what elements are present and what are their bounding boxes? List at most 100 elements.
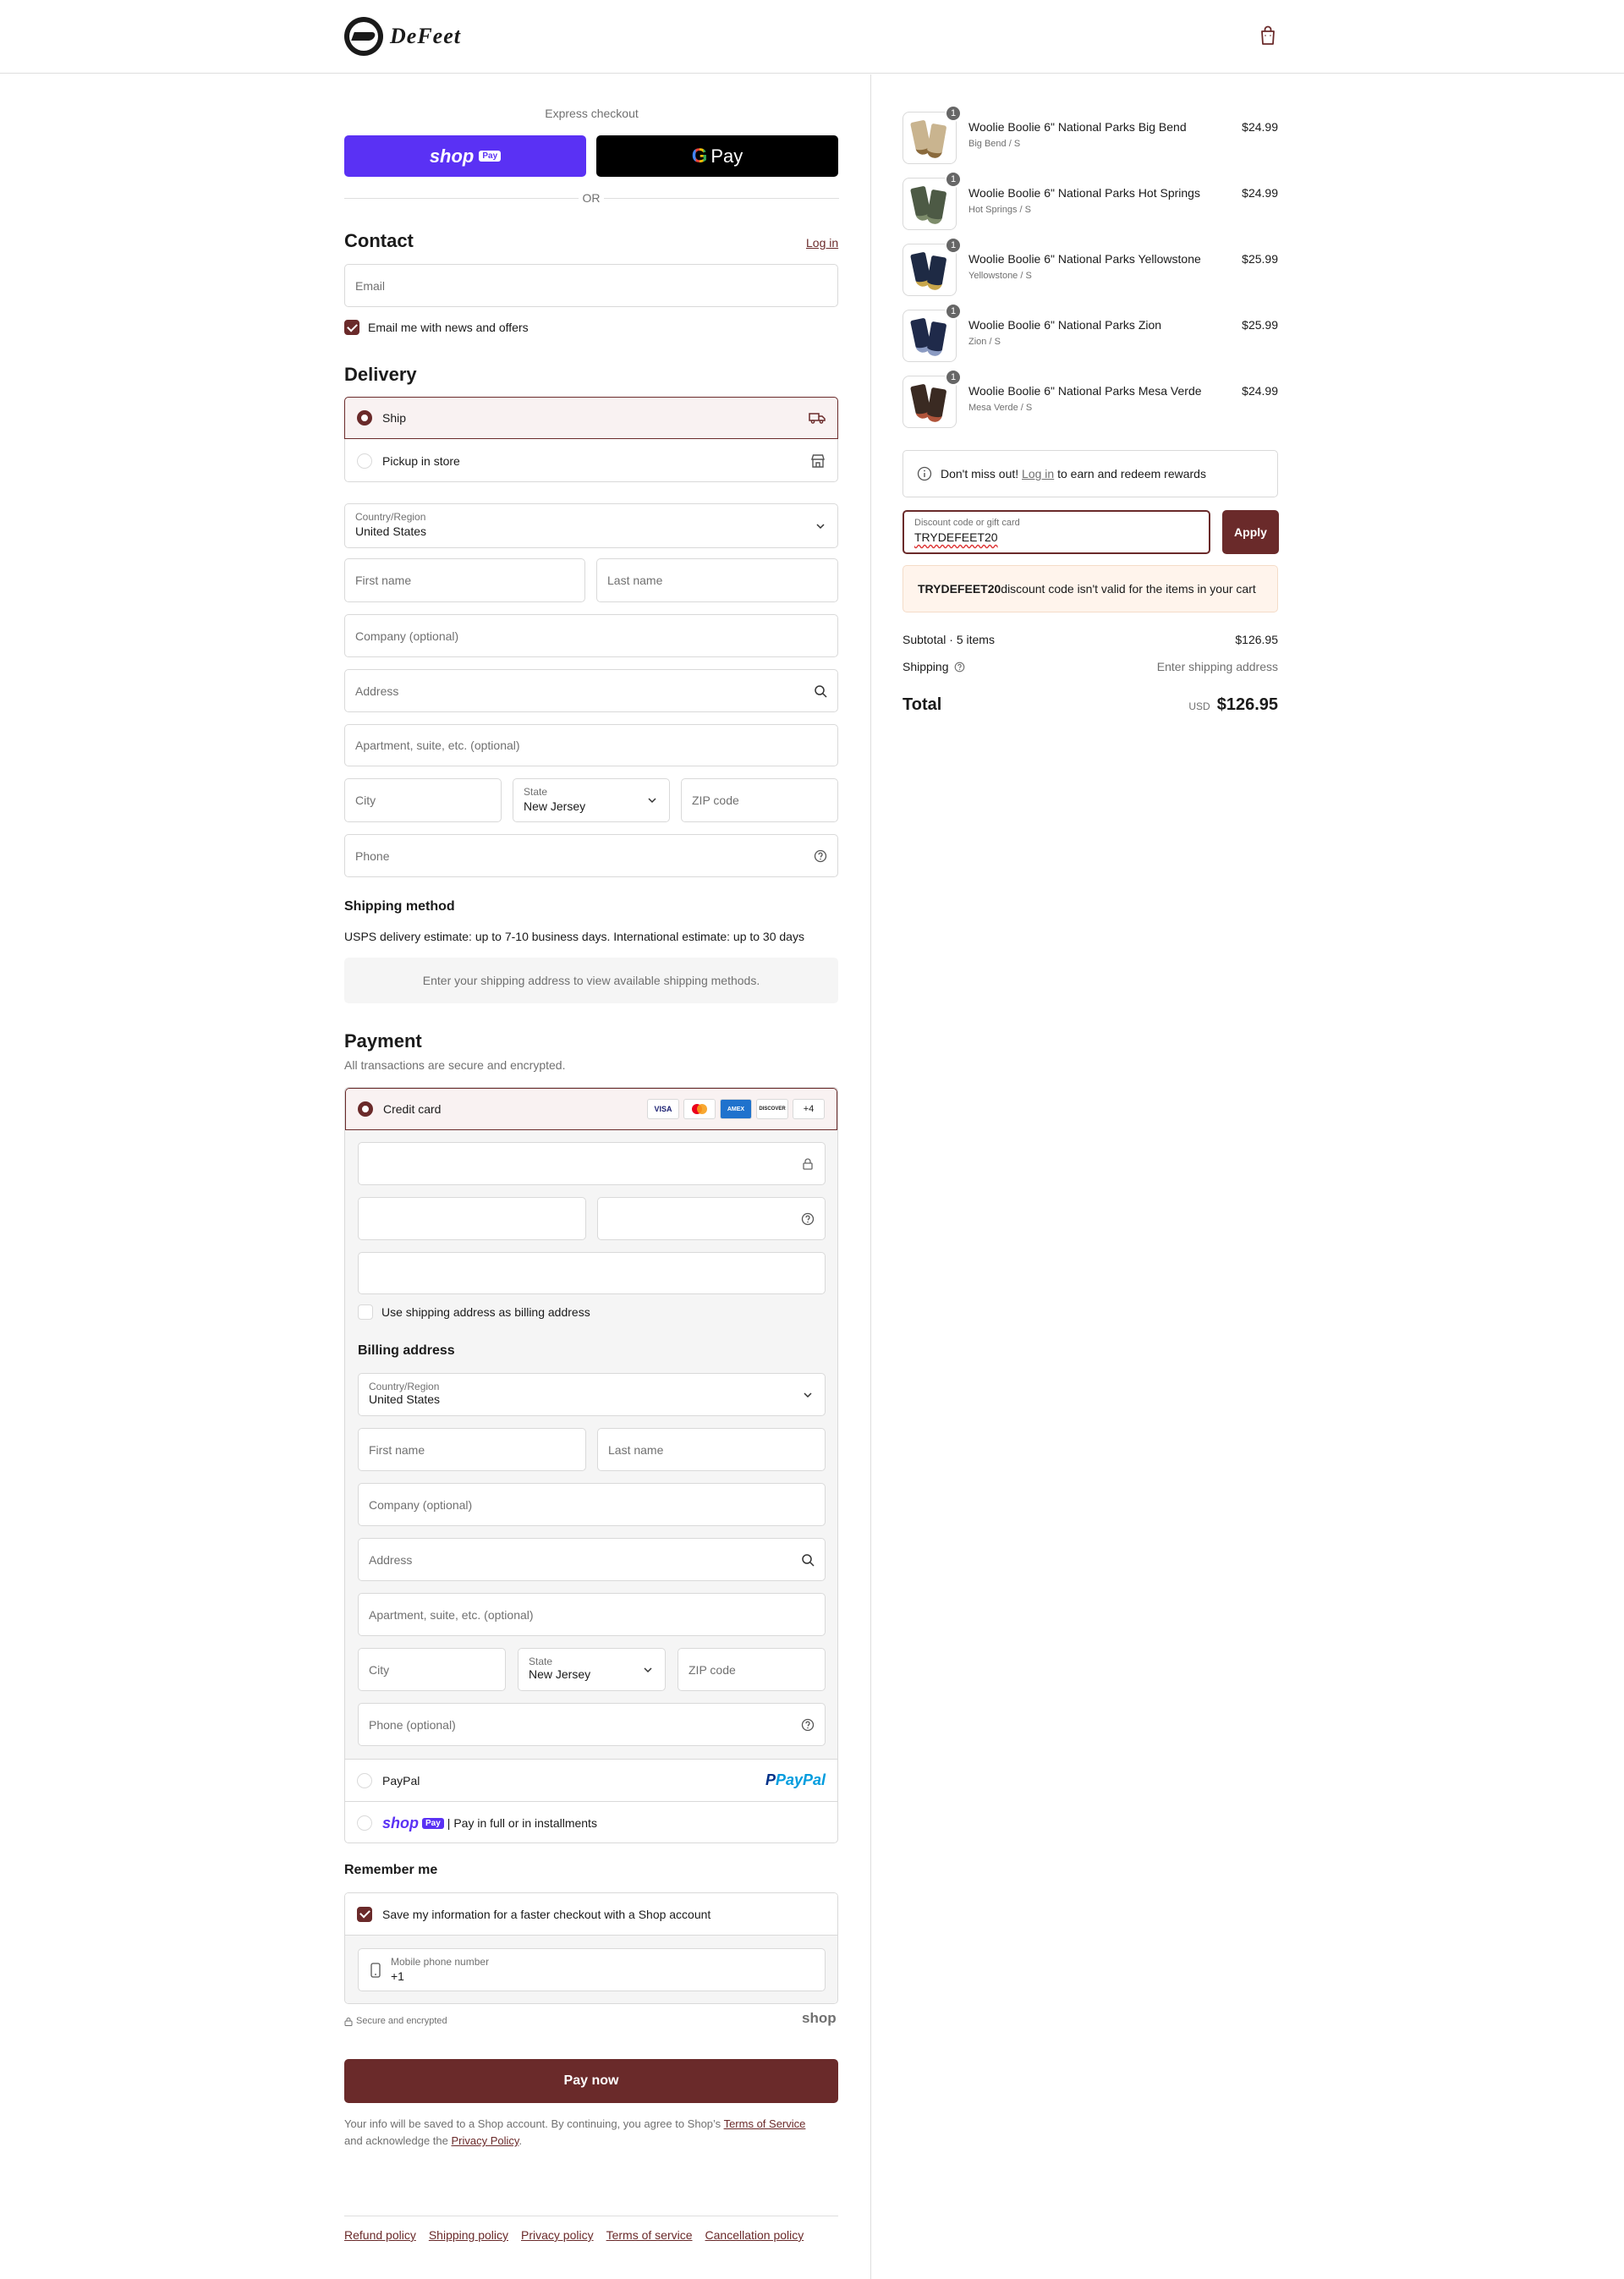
save-info-label: Save my information for a faster checkou… <box>382 1907 711 1921</box>
item-variant: Zion / S <box>968 337 1001 347</box>
ship-option[interactable]: Ship <box>344 397 838 439</box>
truck-icon <box>809 413 826 424</box>
mobile-phone-input[interactable]: Mobile phone number +1 <box>358 1948 826 1991</box>
state-label: State <box>524 786 548 798</box>
shopping-bag-icon[interactable] <box>1258 25 1278 47</box>
billing-state-value: New Jersey <box>529 1667 591 1681</box>
billing-state-select[interactable]: State New Jersey <box>518 1648 666 1691</box>
delivery-heading: Delivery <box>344 364 417 385</box>
shop-pay-radio[interactable] <box>357 1815 372 1831</box>
google-g-icon: G <box>691 144 708 167</box>
state-select[interactable]: State New Jersey <box>513 778 670 822</box>
billing-zip-input[interactable]: ZIP code <box>678 1648 826 1691</box>
billing-country-select[interactable]: Country/Region United States <box>358 1373 826 1416</box>
first-name-input[interactable]: First name <box>344 558 585 602</box>
shop-pay-installments-text: | Pay in full or in installments <box>447 1816 597 1830</box>
shipping-method-heading: Shipping method <box>344 899 455 914</box>
help-circle-icon[interactable] <box>801 1212 815 1226</box>
paypal-label: PayPal <box>382 1773 420 1788</box>
card-number-input[interactable] <box>358 1142 826 1185</box>
billing-apartment-input[interactable]: Apartment, suite, etc. (optional) <box>358 1593 826 1636</box>
apartment-input[interactable]: Apartment, suite, etc. (optional) <box>344 724 838 766</box>
save-info-option[interactable]: Save my information for a faster checkou… <box>345 1893 837 1936</box>
card-cvv-input[interactable] <box>597 1197 826 1240</box>
legal-text-2: and acknowledge the <box>344 2134 452 2147</box>
news-opt-in[interactable]: Email me with news and offers <box>344 320 529 335</box>
paypal-radio[interactable] <box>357 1772 372 1788</box>
item-variant: Yellowstone / S <box>968 271 1032 281</box>
mastercard-icon <box>683 1099 716 1119</box>
brand-mark-icon <box>344 17 383 56</box>
item-price: $25.99 <box>1242 318 1278 332</box>
billing-phone-input[interactable]: Phone (optional) <box>358 1703 826 1746</box>
credit-card-option[interactable]: Credit card VISA AMEX DISCOVER +4 <box>345 1088 837 1130</box>
discount-code-input[interactable]: Discount code or gift card TRYDEFEET20 <box>903 510 1210 554</box>
help-circle-icon[interactable] <box>814 849 827 863</box>
amex-icon: AMEX <box>720 1099 752 1119</box>
terms-of-service-link[interactable]: Terms of service <box>606 2228 693 2242</box>
news-checkbox[interactable] <box>344 320 359 335</box>
item-price: $24.99 <box>1242 384 1278 398</box>
google-pay-button[interactable]: G Pay <box>596 135 838 177</box>
shop-terms-link[interactable]: Terms of Service <box>724 2117 806 2130</box>
shop-pay-wordmark: shop <box>429 145 475 167</box>
shipping-row-label: Shipping <box>903 660 965 673</box>
payment-subtitle: All transactions are secure and encrypte… <box>344 1058 566 1072</box>
shop-pay-installments-option[interactable]: shop Pay | Pay in full or in installment… <box>345 1802 837 1842</box>
total-amount: USD $126.95 <box>1109 695 1278 715</box>
help-circle-icon[interactable] <box>801 1718 815 1732</box>
total-value: $126.95 <box>1216 695 1278 714</box>
credit-card-label: Credit card <box>383 1102 442 1116</box>
last-name-input[interactable]: Last name <box>596 558 838 602</box>
refund-policy-link[interactable]: Refund policy <box>344 2228 416 2242</box>
privacy-policy-link[interactable]: Privacy policy <box>521 2228 594 2242</box>
quantity-badge: 1 <box>945 171 962 188</box>
shipping-methods-notice: Enter your shipping address to view avai… <box>344 958 838 1003</box>
city-input[interactable]: City <box>344 778 502 822</box>
pay-now-button[interactable]: Pay now <box>344 2059 838 2103</box>
phone-input[interactable]: Phone <box>344 834 838 877</box>
help-circle-icon[interactable] <box>954 662 965 673</box>
login-link[interactable]: Log in <box>806 236 838 250</box>
pickup-radio[interactable] <box>357 453 372 469</box>
billing-phone-placeholder: Phone (optional) <box>369 1717 456 1732</box>
order-item: 1 Woolie Boolie 6" National Parks Yellows… <box>903 237 1278 296</box>
shipping-label: Shipping <box>903 660 949 673</box>
company-input[interactable]: Company (optional) <box>344 614 838 657</box>
country-select[interactable]: Country/Region United States <box>344 503 838 548</box>
use-shipping-label: Use shipping address as billing address <box>381 1305 590 1319</box>
shop-privacy-link[interactable]: Privacy Policy <box>451 2134 518 2147</box>
billing-address-input[interactable]: Address <box>358 1538 826 1581</box>
credit-card-radio[interactable] <box>358 1101 373 1117</box>
address-input[interactable]: Address <box>344 669 838 712</box>
zip-input[interactable]: ZIP code <box>681 778 838 822</box>
card-expiry-input[interactable] <box>358 1197 586 1240</box>
billing-first-name-input[interactable]: First name <box>358 1428 586 1471</box>
pickup-option[interactable]: Pickup in store <box>345 440 837 482</box>
pickup-label: Pickup in store <box>382 454 460 468</box>
use-shipping-checkbox[interactable] <box>358 1304 373 1320</box>
delivery-method-group: Ship Pickup in store <box>344 397 838 482</box>
billing-company-input[interactable]: Company (optional) <box>358 1483 826 1526</box>
save-info-checkbox[interactable] <box>357 1906 372 1922</box>
paypal-option[interactable]: PayPal PPayPal <box>345 1760 837 1802</box>
billing-city-input[interactable]: City <box>358 1648 506 1691</box>
news-label: Email me with news and offers <box>368 321 529 334</box>
cancellation-policy-link[interactable]: Cancellation policy <box>705 2228 804 2242</box>
card-name-input[interactable] <box>358 1252 826 1294</box>
payment-methods-group: Credit card VISA AMEX DISCOVER +4 Use sh… <box>344 1087 838 1843</box>
billing-country-label: Country/Region <box>369 1381 440 1392</box>
sock-image <box>925 189 947 226</box>
item-name: Woolie Boolie 6" National Parks Hot Spri… <box>968 186 1200 200</box>
use-shipping-as-billing[interactable]: Use shipping address as billing address <box>358 1304 590 1320</box>
ship-radio[interactable] <box>357 410 372 426</box>
email-input[interactable]: Email <box>344 264 838 307</box>
billing-last-name-input[interactable]: Last name <box>597 1428 826 1471</box>
brand-logo[interactable]: DeFeet <box>344 17 461 56</box>
info-icon <box>917 466 932 481</box>
apply-discount-button[interactable]: Apply <box>1222 510 1279 554</box>
shipping-policy-link[interactable]: Shipping policy <box>429 2228 508 2242</box>
shop-pay-button[interactable]: shop Pay <box>344 135 586 177</box>
rewards-login-link[interactable]: Log in <box>1022 467 1054 481</box>
item-name: Woolie Boolie 6" National Parks Yellowst… <box>968 252 1201 266</box>
